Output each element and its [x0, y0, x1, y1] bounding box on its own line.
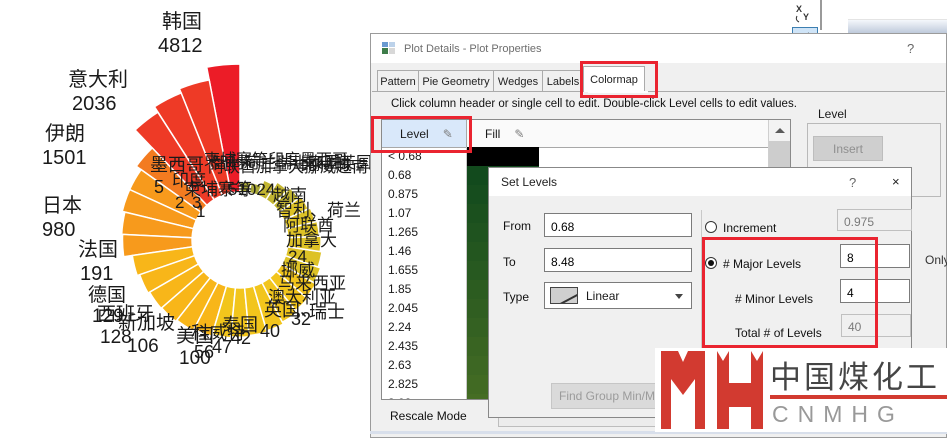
- tab-wedges[interactable]: Wedges: [493, 70, 543, 92]
- chart-label: 意大利: [68, 70, 128, 91]
- chart-label: 24: [288, 248, 307, 266]
- level-cell[interactable]: 0.68: [388, 168, 411, 182]
- chart-label: 4812: [158, 36, 203, 57]
- level-cell[interactable]: 1.85: [388, 282, 411, 296]
- logo-monogram-icon: [659, 349, 765, 431]
- increment-input: [837, 209, 912, 231]
- type-label: Type: [503, 290, 529, 304]
- level-cell[interactable]: 3.02: [388, 396, 411, 400]
- rescale-mode-label: Rescale Mode: [390, 409, 467, 423]
- plot-details-title: Plot Details - Plot Properties: [404, 43, 542, 55]
- increment-radio[interactable]: [705, 221, 717, 233]
- find-group-button[interactable]: Find Group Min/M: [551, 383, 663, 409]
- chart-label: 191: [80, 264, 113, 285]
- increment-label: Increment: [723, 221, 776, 235]
- annotation-level-header: [371, 116, 472, 153]
- plot-details-titlebar[interactable]: Plot Details - Plot Properties: [371, 34, 946, 63]
- chart-label: 韩国: [162, 12, 202, 33]
- chart-label: 51024: [228, 181, 275, 199]
- level-cell[interactable]: 2.63: [388, 358, 411, 372]
- level-cell[interactable]: 2.24: [388, 320, 411, 334]
- chart-label: 德国: [88, 286, 126, 306]
- level-cell[interactable]: 1.07: [388, 206, 411, 220]
- set-levels-titlebar[interactable]: Set Levels: [489, 168, 911, 196]
- window-edge: [820, 0, 822, 30]
- chart-label: 47: [212, 338, 232, 357]
- chart-label: 越南: [273, 187, 307, 205]
- annotation-colormap-tab: [580, 61, 658, 98]
- chart-label: 1501: [42, 148, 87, 169]
- level-cell[interactable]: 2.435: [388, 339, 418, 353]
- chart-label: 泰国: [222, 316, 258, 335]
- fill-swatch[interactable]: [467, 147, 539, 166]
- type-dropdown[interactable]: Linear: [544, 282, 692, 309]
- plot-details-help-button[interactable]: ?: [907, 41, 914, 56]
- logo-chinese-text: 中国煤化工: [770, 352, 940, 397]
- chart-label: 40: [260, 322, 280, 341]
- chart-label: 5: [154, 178, 164, 197]
- level-cell[interactable]: 0.875: [388, 187, 418, 201]
- chart-label: 新加坡: [118, 314, 175, 334]
- level-groupbox-label: Level: [815, 107, 850, 121]
- chart-label: 980: [42, 220, 75, 241]
- level-cell[interactable]: 1.265: [388, 225, 418, 239]
- plot-details-icon: [382, 42, 396, 55]
- swap-xy-icon[interactable]: XY: [792, 0, 816, 26]
- watermark-logo: 中国煤化工 CNMHG: [655, 348, 947, 432]
- type-value: Linear: [586, 289, 619, 303]
- set-levels-title: Set Levels: [501, 175, 557, 189]
- to-input[interactable]: [544, 248, 692, 272]
- chart-label: 伊朗: [45, 124, 85, 145]
- logo-english-text: CNMHG: [772, 401, 904, 428]
- annotation-major-levels: [702, 237, 878, 348]
- svg-text:X: X: [796, 4, 802, 14]
- tab-pie-geometry[interactable]: Pie Geometry: [418, 70, 494, 92]
- logo-underline: [770, 395, 947, 399]
- set-levels-help-button[interactable]: ?: [849, 175, 856, 190]
- level-cell[interactable]: 1.655: [388, 263, 418, 277]
- scroll-up-icon[interactable]: [769, 120, 790, 140]
- level-cell[interactable]: 1.46: [388, 244, 411, 258]
- screen: { "background": { "toolbar_icon1": "swap…: [0, 0, 947, 438]
- fill-header-label: Fill: [485, 127, 500, 141]
- table-instruction: Click column header or single cell to ed…: [391, 98, 797, 110]
- tab-divider: [372, 91, 945, 92]
- level-cell[interactable]: 2.045: [388, 301, 418, 315]
- from-input[interactable]: [544, 213, 692, 237]
- chart-label: 1: [196, 203, 205, 221]
- close-icon[interactable]: ×: [892, 174, 900, 189]
- to-label: To: [503, 255, 516, 269]
- level-cell[interactable]: 2.825: [388, 377, 418, 391]
- from-label: From: [503, 219, 531, 233]
- only-label: Only: [925, 253, 947, 267]
- edit-pencil-icon[interactable]: ✎: [514, 127, 524, 141]
- tab-pattern[interactable]: Pattern: [377, 70, 419, 92]
- chart-label: 2036: [72, 94, 117, 115]
- svg-text:Y: Y: [803, 12, 809, 22]
- linear-scale-icon: [550, 287, 578, 304]
- chart-label: 智利荷兰瑞士泰国英国: [212, 156, 372, 173]
- chart-label: 106: [127, 337, 159, 357]
- insert-button[interactable]: Insert: [813, 136, 883, 161]
- chart-label: 日本: [42, 196, 82, 217]
- fill-column-header[interactable]: Fill ✎: [467, 120, 769, 147]
- tab-labels[interactable]: Labels: [542, 70, 584, 92]
- chart-label: 法国: [78, 240, 118, 261]
- chevron-down-icon: [675, 294, 683, 299]
